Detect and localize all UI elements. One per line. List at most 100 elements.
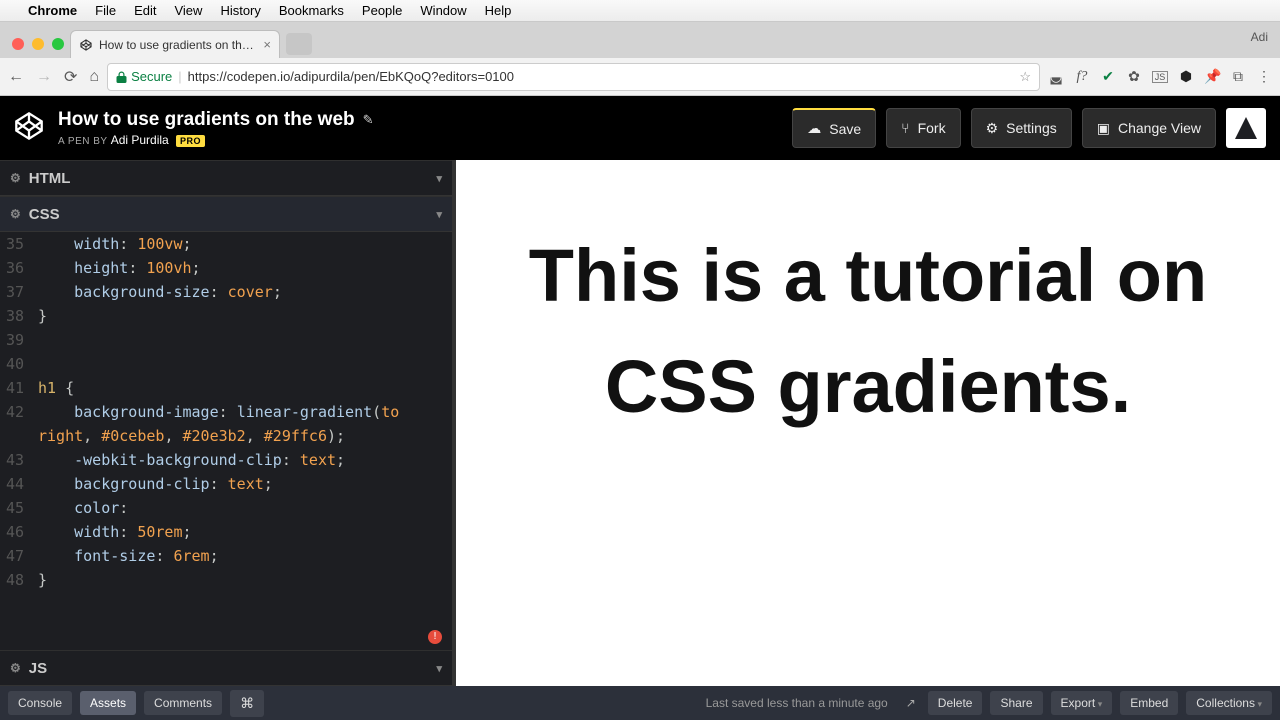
change-view-button[interactable]: ▣ Change View (1082, 108, 1216, 148)
secure-label: Secure (131, 69, 172, 84)
tab-close-icon[interactable]: × (263, 37, 271, 52)
code-line[interactable]: 37 background-size: cover; (0, 280, 452, 304)
pocket-icon[interactable]: ◛ (1048, 68, 1064, 85)
window-close-icon[interactable] (12, 38, 24, 50)
change-view-label: Change View (1118, 120, 1201, 136)
html-panel-header[interactable]: ⚙ HTML ▾ (0, 160, 452, 196)
code-line[interactable]: 47 font-size: 6rem; (0, 544, 452, 568)
code-line[interactable]: 48} (0, 568, 452, 592)
code-line[interactable]: 44 background-clip: text; (0, 472, 452, 496)
menu-history[interactable]: History (220, 3, 260, 18)
bookmark-star-icon[interactable]: ☆ (1019, 69, 1031, 85)
export-button[interactable]: Export (1051, 691, 1113, 715)
collections-button[interactable]: Collections (1186, 691, 1272, 715)
pencil-icon[interactable]: ✎ (363, 112, 374, 128)
new-tab-button[interactable] (286, 33, 312, 55)
window-zoom-icon[interactable] (52, 38, 64, 50)
js-icon[interactable]: JS (1152, 71, 1168, 83)
chevron-down-icon[interactable]: ▾ (436, 208, 442, 221)
tab-title: How to use gradients on the w (99, 38, 257, 52)
menu-window[interactable]: Window (420, 3, 466, 18)
layout-icon: ▣ (1097, 120, 1110, 137)
delete-button[interactable]: Delete (928, 691, 983, 715)
pin-icon[interactable]: 📌 (1204, 68, 1220, 85)
codepen-header: How to use gradients on the web ✎ A PEN … (0, 96, 1280, 160)
back-icon[interactable]: ← (8, 68, 24, 86)
fork-label: Fork (918, 120, 946, 136)
pen-byline: A PEN BY Adi Purdila PRO (58, 133, 374, 147)
open-external-icon[interactable]: ↗ (902, 696, 920, 710)
screenshot-icon[interactable]: ⧉ (1230, 68, 1246, 85)
code-line[interactable]: 40 (0, 352, 452, 376)
comments-button[interactable]: Comments (144, 691, 222, 715)
code-line[interactable]: 39 (0, 328, 452, 352)
react-icon[interactable]: ⬢ (1178, 68, 1194, 85)
editor-column: ⚙ HTML ▾ ⚙ CSS ▾ 35 width: 100vw;36 heig… (0, 160, 456, 686)
code-line[interactable]: 35 width: 100vw; (0, 232, 452, 256)
code-line[interactable]: 43 -webkit-background-clip: text; (0, 448, 452, 472)
css-editor[interactable]: 35 width: 100vw;36 height: 100vh;37 back… (0, 232, 452, 650)
user-avatar[interactable] (1226, 108, 1266, 148)
home-icon[interactable]: ⌂ (89, 68, 99, 86)
pen-title[interactable]: How to use gradients on the web (58, 109, 355, 131)
preview-heading: This is a tutorial on CSS gradients. (498, 220, 1238, 442)
code-line[interactable]: 41h1 { (0, 376, 452, 400)
embed-button[interactable]: Embed (1120, 691, 1178, 715)
workspace: ⚙ HTML ▾ ⚙ CSS ▾ 35 width: 100vw;36 heig… (0, 160, 1280, 686)
code-line[interactable]: 45 color: (0, 496, 452, 520)
check-icon[interactable]: ✔ (1100, 68, 1116, 85)
assets-button[interactable]: Assets (80, 691, 136, 715)
gear-icon[interactable]: ⚙ (10, 661, 21, 675)
menu-edit[interactable]: Edit (134, 3, 156, 18)
console-button[interactable]: Console (8, 691, 72, 715)
js-panel-label: JS (29, 660, 47, 677)
code-line[interactable]: 46 width: 50rem; (0, 520, 452, 544)
browser-tab[interactable]: How to use gradients on the w × (70, 30, 280, 58)
fork-button[interactable]: ⑂ Fork (886, 108, 960, 148)
pro-badge: PRO (176, 135, 205, 147)
code-line[interactable]: 36 height: 100vh; (0, 256, 452, 280)
chrome-profile-badge[interactable]: Adi (1251, 30, 1268, 44)
menu-bookmarks[interactable]: Bookmarks (279, 3, 344, 18)
code-line[interactable]: 42 background-image: linear-gradient(to (0, 400, 452, 424)
menu-view[interactable]: View (174, 3, 202, 18)
secure-lock-icon[interactable]: Secure (116, 69, 172, 84)
menu-help[interactable]: Help (485, 3, 512, 18)
settings-label: Settings (1006, 120, 1057, 136)
codepen-footer: Console Assets Comments ⌘ Last saved les… (0, 686, 1280, 720)
menu-people[interactable]: People (362, 3, 402, 18)
error-badge-icon[interactable]: ! (428, 630, 442, 644)
html-panel-label: HTML (29, 170, 71, 187)
gear-icon[interactable]: ⚙ (10, 207, 21, 221)
fontface-icon[interactable]: f? (1074, 69, 1090, 85)
codepen-favicon-icon (79, 38, 93, 52)
menu-chrome[interactable]: Chrome (28, 3, 77, 18)
save-status: Last saved less than a minute ago (706, 696, 888, 710)
reload-icon[interactable]: ⟳ (64, 67, 77, 87)
chrome-menu-icon[interactable]: ⋮ (1256, 68, 1272, 85)
window-minimize-icon[interactable] (32, 38, 44, 50)
chevron-down-icon[interactable]: ▾ (436, 662, 442, 675)
cloud-icon: ☁ (807, 120, 821, 137)
gear-icon[interactable]: ⚙ (10, 171, 21, 185)
codepen-logo-icon[interactable] (14, 111, 44, 146)
address-bar[interactable]: Secure | https://codepen.io/adipurdila/p… (107, 63, 1040, 91)
menu-file[interactable]: File (95, 3, 116, 18)
forward-icon: → (36, 68, 52, 86)
css-panel-label: CSS (29, 206, 60, 223)
code-line[interactable]: 38} (0, 304, 452, 328)
css-panel-header[interactable]: ⚙ CSS ▾ (0, 196, 452, 232)
preview-pane: This is a tutorial on CSS gradients. (456, 160, 1280, 686)
js-panel-header[interactable]: ⚙ JS ▾ (0, 650, 452, 686)
save-button[interactable]: ☁ Save (792, 108, 876, 148)
keyboard-shortcuts-button[interactable]: ⌘ (230, 690, 264, 717)
window-controls (8, 38, 70, 58)
settings-button[interactable]: ⚙ Settings (971, 108, 1072, 148)
gear-icon: ⚙ (986, 120, 999, 137)
share-button[interactable]: Share (990, 691, 1042, 715)
code-line[interactable]: right, #0cebeb, #20e3b2, #29ffc6); (0, 424, 452, 448)
byline-prefix: A PEN BY (58, 136, 107, 147)
pen-author[interactable]: Adi Purdila (111, 133, 169, 147)
bug-icon[interactable]: ✿ (1126, 68, 1142, 85)
chevron-down-icon[interactable]: ▾ (436, 172, 442, 185)
